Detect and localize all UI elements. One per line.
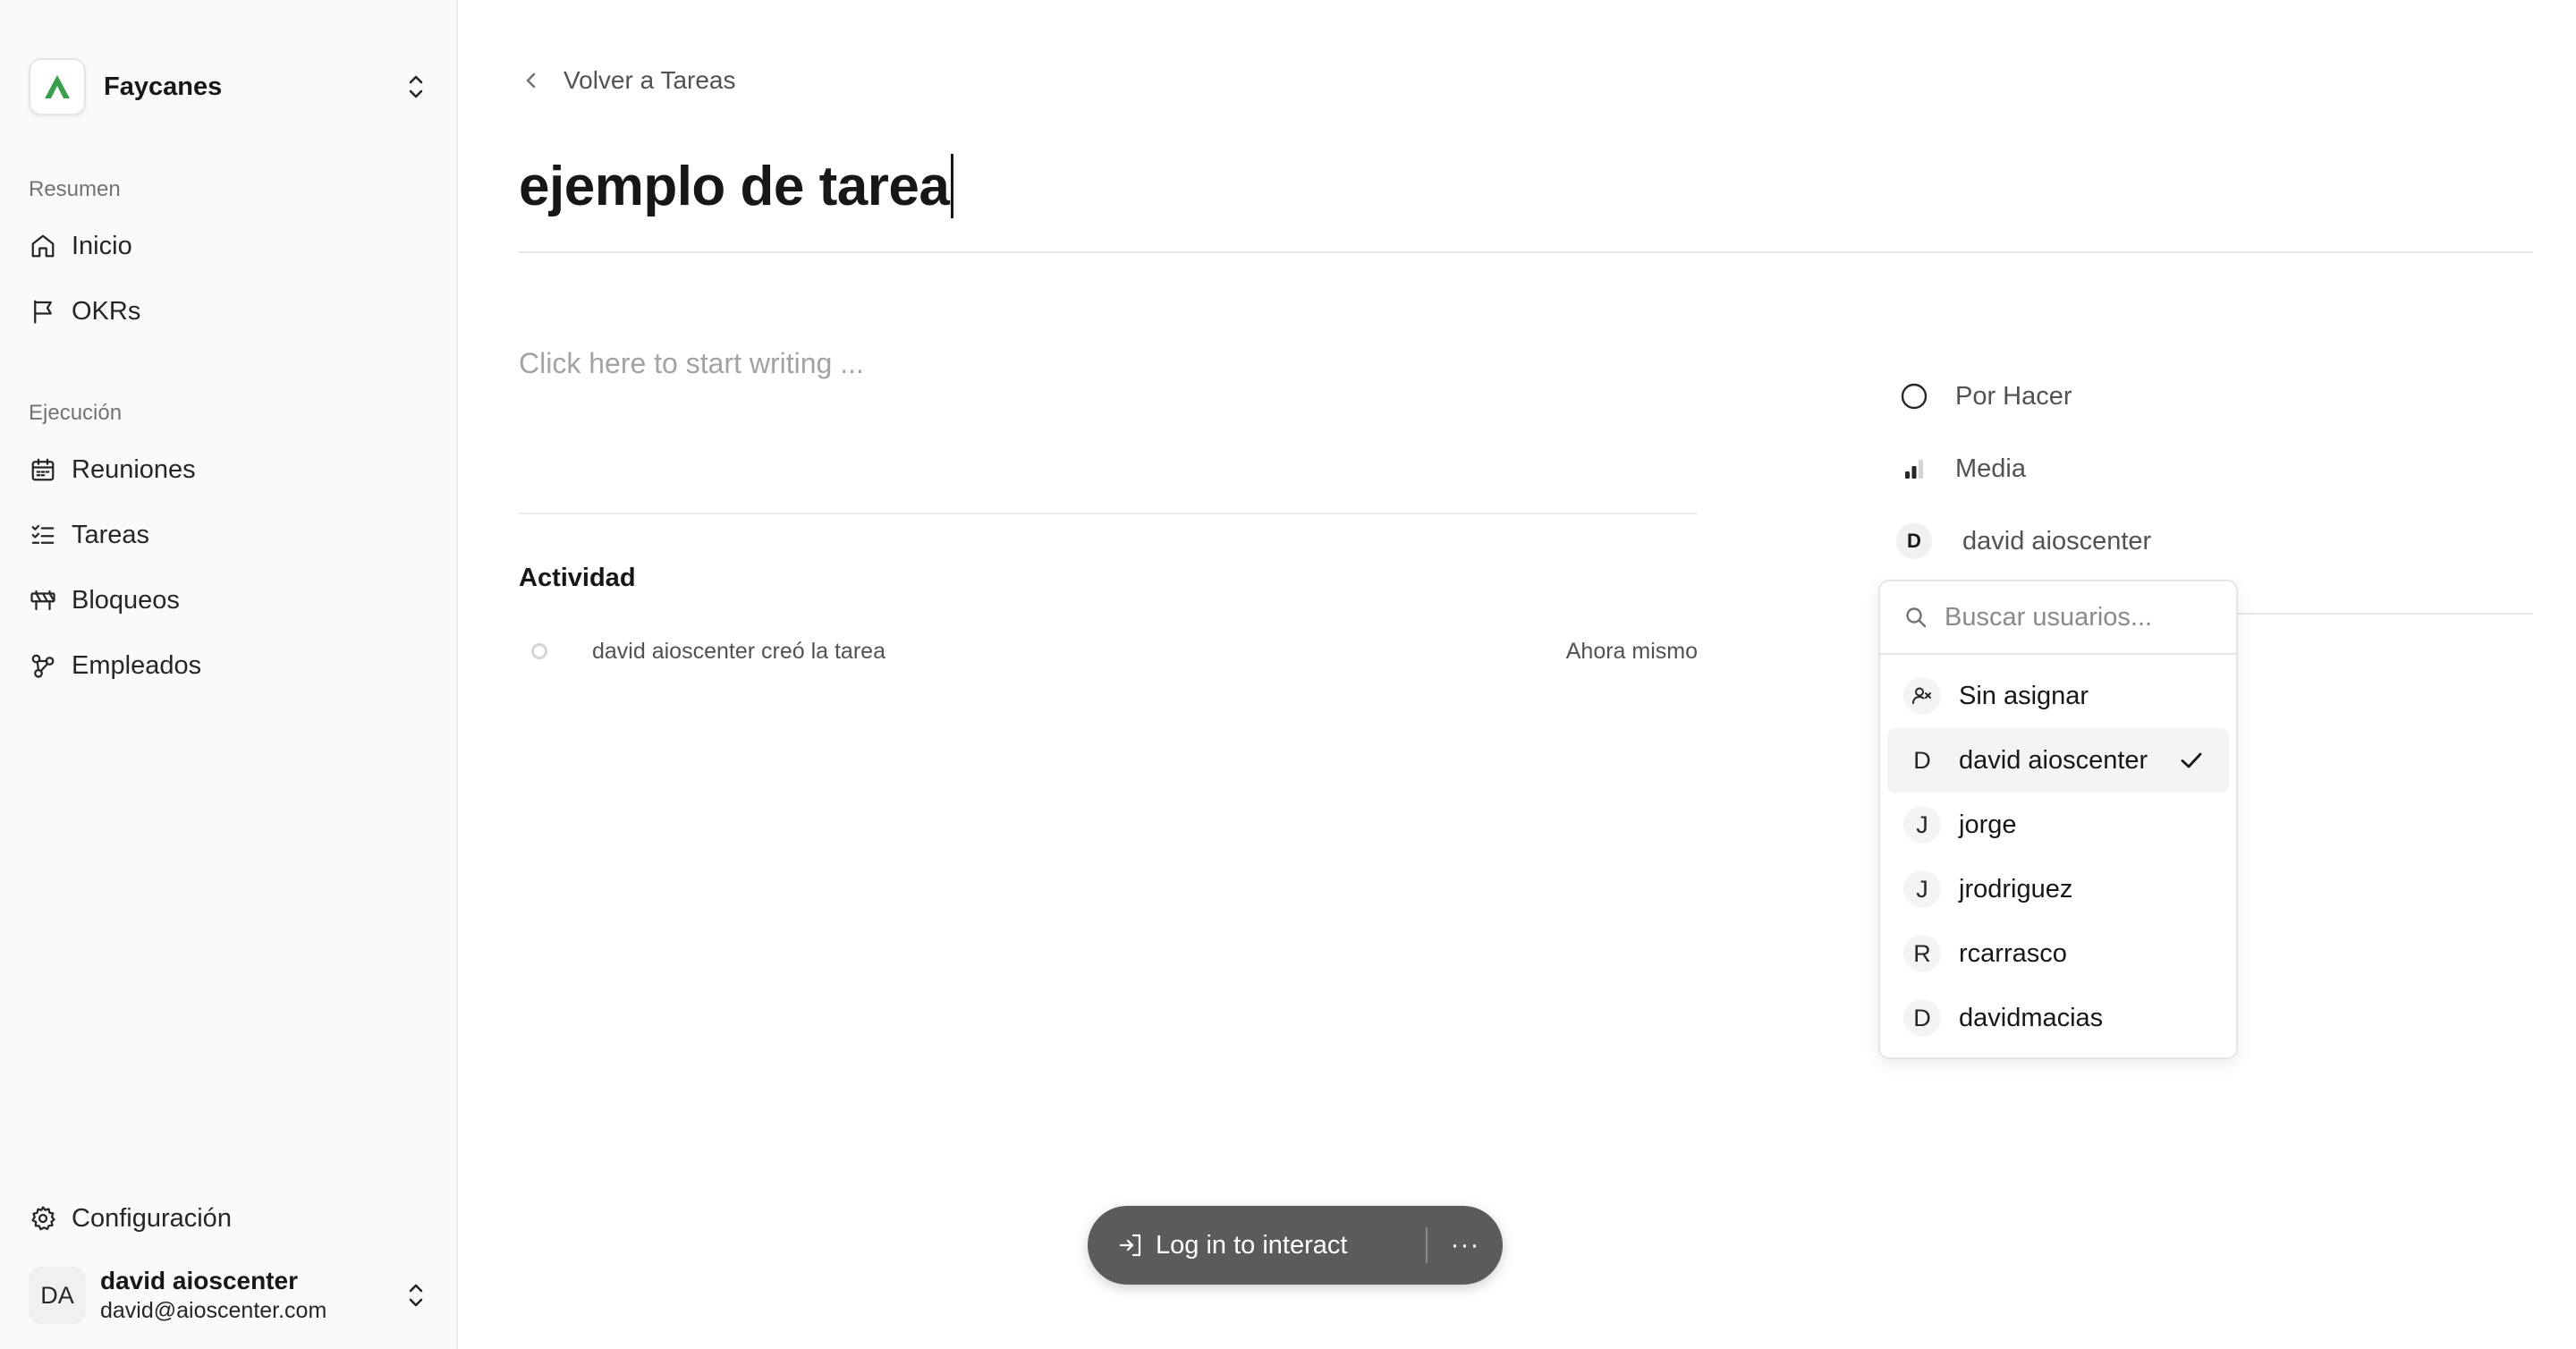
more-icon: ··· xyxy=(1450,1230,1480,1260)
activity-heading: Actividad xyxy=(519,564,636,592)
user-email: david@aioscenter.com xyxy=(100,1298,327,1323)
description-editor[interactable]: Click here to start writing ... xyxy=(519,347,864,380)
dropdown-item-user[interactable]: D david aioscenter xyxy=(1887,728,2229,793)
title-divider xyxy=(519,251,2533,253)
timeline-dot-icon xyxy=(531,643,547,659)
workspace-logo-icon xyxy=(29,58,86,115)
sidebar-item-tareas[interactable]: Tareas xyxy=(29,508,429,562)
search-icon xyxy=(1903,605,1928,630)
user-search-box xyxy=(1880,581,2236,655)
home-icon xyxy=(29,232,57,260)
nav-group-label-ejecucion: Ejecución xyxy=(29,401,123,425)
back-to-tasks-link[interactable]: Volver a Tareas xyxy=(519,63,736,98)
sidebar-item-empleados[interactable]: Empleados xyxy=(29,639,429,692)
sidebar-item-label: OKRs xyxy=(72,296,141,326)
nav-group-label-resumen: Resumen xyxy=(29,177,121,201)
sidebar-item-label: Reuniones xyxy=(72,454,196,484)
dropdown-item-label: jorge xyxy=(1959,810,2017,839)
priority-value: Media xyxy=(1955,454,2026,483)
priority-property[interactable]: Media xyxy=(1896,446,2026,491)
activity-entry: david aioscenter creó la tarea Ahora mis… xyxy=(519,633,1698,669)
dropdown-item-label: rcarrasco xyxy=(1959,938,2067,968)
text-caret xyxy=(951,154,954,218)
dropdown-item-label: Sin asignar xyxy=(1959,681,2089,710)
dropdown-item-user[interactable]: J jorge xyxy=(1887,793,2229,857)
user-avatar: D xyxy=(1913,746,1931,774)
calendar-icon xyxy=(29,455,57,484)
assignee-property[interactable]: D david aioscenter xyxy=(1896,519,2151,564)
dropdown-item-label: david aioscenter xyxy=(1959,745,2148,775)
properties-divider xyxy=(2236,613,2533,615)
dropdown-item-user[interactable]: J jrodriguez xyxy=(1887,857,2229,921)
sidebar-item-label: Bloqueos xyxy=(72,585,180,615)
workspace-name: Faycanes xyxy=(104,72,223,101)
login-overlay-pill: Log in to interact ··· xyxy=(1088,1206,1503,1285)
flag-icon xyxy=(29,297,57,326)
dropdown-item-user[interactable]: R rcarrasco xyxy=(1887,921,2229,986)
sidebar: Faycanes Resumen Inicio OKRs Ejecución R… xyxy=(0,0,458,1349)
chevron-left-icon xyxy=(519,68,544,93)
chevrons-up-down-icon xyxy=(402,1279,429,1311)
dropdown-item-user[interactable]: D davidmacias xyxy=(1887,986,2229,1050)
chevrons-up-down-icon xyxy=(402,71,429,103)
sidebar-item-label: Configuración xyxy=(72,1203,232,1233)
user-avatar: D xyxy=(1903,999,1941,1037)
barrier-icon xyxy=(29,586,57,615)
back-link-label: Volver a Tareas xyxy=(564,66,736,94)
dropdown-item-label: jrodriguez xyxy=(1959,874,2073,904)
log-in-button[interactable]: Log in to interact xyxy=(1088,1206,1426,1285)
assignee-avatar: D xyxy=(1896,523,1932,559)
circle-status-icon xyxy=(1896,378,1932,414)
log-in-icon xyxy=(1114,1229,1147,1261)
user-x-icon xyxy=(1903,677,1941,715)
signal-bars-icon xyxy=(1896,451,1932,487)
sidebar-item-reuniones[interactable]: Reuniones xyxy=(29,443,429,496)
sidebar-item-label: Tareas xyxy=(72,520,150,549)
gear-icon xyxy=(29,1204,57,1233)
activity-text: david aioscenter creó la tarea xyxy=(592,638,886,664)
user-search-input[interactable] xyxy=(1945,602,2213,632)
user-avatar: J xyxy=(1903,870,1941,908)
assignee-dropdown: Sin asignar D david aioscenter J jorge J… xyxy=(1878,580,2238,1059)
more-options-button[interactable]: ··· xyxy=(1428,1206,1503,1285)
workspace-switcher[interactable]: Faycanes xyxy=(29,55,436,118)
task-title-text: ejemplo de tarea xyxy=(519,155,950,217)
sidebar-item-label: Empleados xyxy=(72,650,202,680)
list-checks-icon xyxy=(29,521,57,549)
activity-time: Ahora mismo xyxy=(1565,638,1698,664)
sidebar-item-label: Inicio xyxy=(72,231,132,260)
user-avatar: R xyxy=(1903,935,1941,972)
avatar: DA xyxy=(29,1267,86,1324)
user-name: david aioscenter xyxy=(100,1267,298,1294)
user-avatar: J xyxy=(1903,806,1941,844)
check-icon xyxy=(2175,744,2207,776)
status-value: Por Hacer xyxy=(1955,381,2072,411)
sidebar-item-configuracion[interactable]: Configuración xyxy=(29,1192,429,1245)
content-divider xyxy=(519,513,1698,514)
dropdown-item-unassigned[interactable]: Sin asignar xyxy=(1887,664,2229,728)
sidebar-item-okrs[interactable]: OKRs xyxy=(29,284,429,338)
status-property[interactable]: Por Hacer xyxy=(1896,374,2072,419)
user-menu[interactable]: DA david aioscenter david@aioscenter.com xyxy=(29,1261,436,1329)
log-in-label: Log in to interact xyxy=(1156,1230,1348,1260)
assignee-value: david aioscenter xyxy=(1962,526,2152,556)
task-title-input[interactable]: ejemplo de tarea xyxy=(519,154,954,218)
sidebar-item-inicio[interactable]: Inicio xyxy=(29,219,429,273)
sidebar-item-bloqueos[interactable]: Bloqueos xyxy=(29,573,429,627)
dropdown-item-label: davidmacias xyxy=(1959,1003,2104,1032)
network-icon xyxy=(29,651,57,680)
